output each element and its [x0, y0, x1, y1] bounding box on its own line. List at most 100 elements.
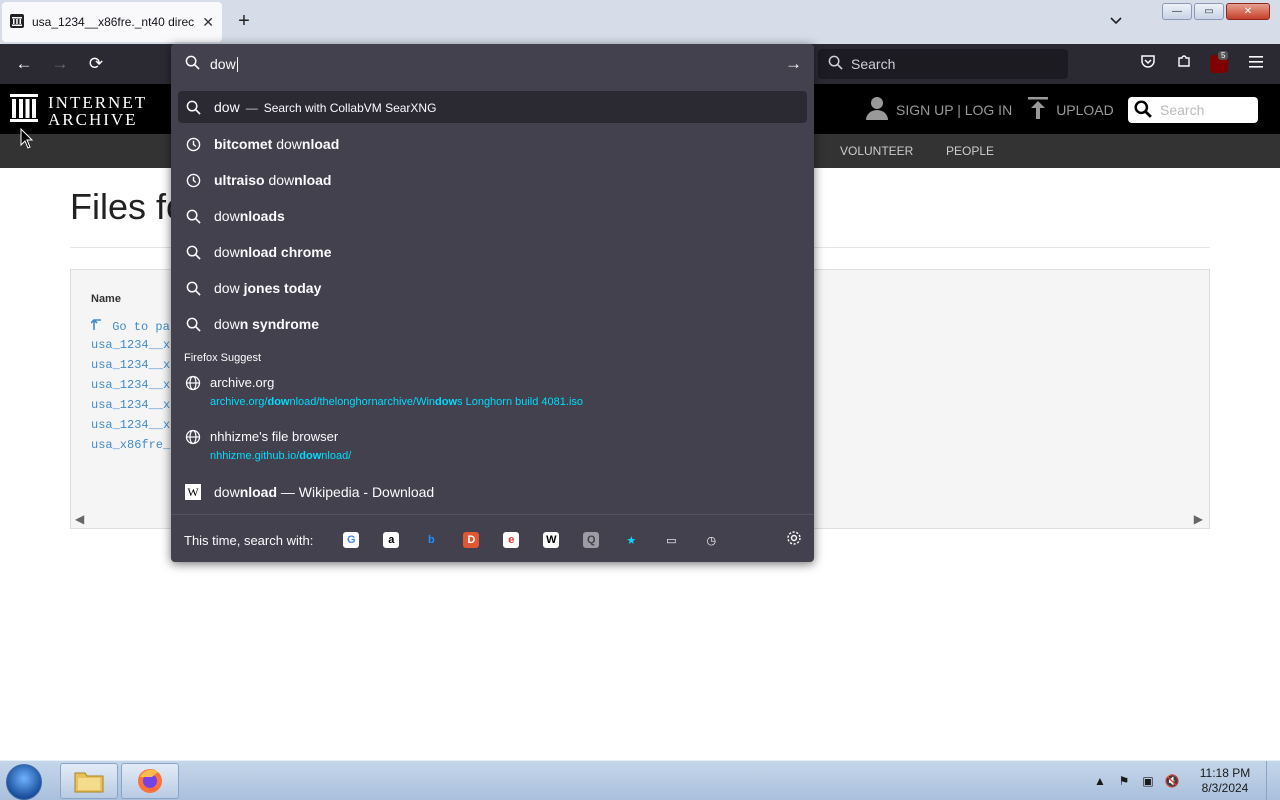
- result-search-suggestion[interactable]: down syndrome: [178, 308, 807, 340]
- oneoff-google-button[interactable]: G: [331, 526, 371, 554]
- wikipedia-icon: W: [185, 484, 201, 500]
- toolbar-search-placeholder: Search: [851, 56, 896, 72]
- firefox-suggest-result[interactable]: archive.org archive.org/download/thelong…: [178, 370, 807, 416]
- ublock-badge: 5: [1218, 51, 1229, 60]
- oneoff-history-button[interactable]: ◷: [691, 526, 731, 554]
- scroll-right-arrow-icon[interactable]: ▶: [1194, 512, 1203, 526]
- file-link[interactable]: usa_x86fre_n: [91, 438, 177, 452]
- oneoff-bing-button[interactable]: b: [411, 526, 451, 554]
- text-caret: [236, 56, 238, 72]
- forward-button[interactable]: →: [48, 53, 72, 75]
- result-search-suggestion[interactable]: downloads: [178, 200, 807, 232]
- oneoff-ebay-button[interactable]: e: [491, 526, 531, 554]
- search-icon: [185, 316, 201, 332]
- user-avatar-icon[interactable]: [866, 96, 888, 123]
- ia-logo-line2: ARCHIVE: [48, 109, 138, 129]
- searxng-icon: Q: [583, 532, 600, 548]
- up-arrow-icon: [90, 319, 112, 334]
- archive-building-icon: [10, 92, 38, 129]
- ia-logo-line1: INTERNET: [48, 92, 148, 112]
- result-history-suggestion[interactable]: ultraiso download: [178, 164, 807, 196]
- toolbar-search-field[interactable]: Search: [818, 49, 1068, 79]
- parent-link-label: Go to pa: [112, 320, 170, 334]
- suggestion-completion: jones today: [239, 280, 322, 296]
- suggestion-typed: dow: [272, 136, 302, 152]
- suggestion-typed: dow: [214, 484, 240, 500]
- parent-directory-link[interactable]: Go to pa: [90, 316, 170, 334]
- oneoff-searxng-button[interactable]: Q: [571, 526, 611, 554]
- oneoff-amazon-button[interactable]: a: [371, 526, 411, 554]
- upload-icon[interactable]: [1028, 97, 1049, 122]
- action-center-flag-icon[interactable]: ⚑: [1112, 774, 1136, 788]
- taskbar-explorer-folder-icon[interactable]: [60, 763, 118, 799]
- search-icon: [185, 55, 200, 73]
- suggest-url: archive.org/download/thelonghornarchive/…: [210, 396, 584, 408]
- window-controls: — ▭ ✕: [1162, 3, 1270, 20]
- result-search-suggestion[interactable]: dow jones today: [178, 272, 807, 304]
- file-link[interactable]: usa_1234__x8: [91, 398, 177, 412]
- amazon-icon: a: [383, 532, 400, 548]
- extensions-puzzle-icon[interactable]: [1173, 53, 1195, 75]
- file-link[interactable]: usa_1234__x8: [91, 378, 177, 392]
- urlbar-typed-text: dow: [210, 56, 236, 72]
- new-tab-button[interactable]: +: [234, 10, 254, 33]
- result-history-suggestion[interactable]: bitcomet download: [178, 128, 807, 160]
- tab-active[interactable]: usa_1234__x86fre._nt40 directory listing…: [2, 2, 222, 42]
- oneoff-bookmarks-button[interactable]: ★: [611, 526, 651, 554]
- oneoff-duckduckgo-button[interactable]: D: [451, 526, 491, 554]
- clock-time: 11:18 PM: [1199, 766, 1251, 780]
- result-action: Search with CollabVM SearXNG: [263, 101, 437, 115]
- search-icon: [185, 280, 201, 296]
- wikipedia-icon: W: [543, 532, 560, 548]
- file-link[interactable]: usa_1234__x8: [91, 338, 177, 352]
- list-all-tabs-chevron-icon[interactable]: [1110, 12, 1122, 28]
- network-icon[interactable]: ▣: [1136, 774, 1160, 788]
- bing-icon: b: [423, 532, 440, 548]
- ia-logo[interactable]: INTERNET ARCHIVE: [10, 92, 147, 129]
- subnav-people[interactable]: PEOPLE: [946, 144, 994, 158]
- tab-bar: usa_1234__x86fre._nt40 directory listing…: [0, 0, 1280, 44]
- urlbar-input[interactable]: dow →: [171, 44, 814, 84]
- ia-search-input[interactable]: Search: [1128, 97, 1258, 123]
- reload-button[interactable]: ⟳: [84, 53, 108, 75]
- taskbar-firefox-icon[interactable]: [121, 763, 179, 799]
- oneoff-wikipedia-button[interactable]: W: [531, 526, 571, 554]
- oneoff-tabs-button[interactable]: ▭: [651, 526, 691, 554]
- go-arrow-icon[interactable]: →: [785, 54, 802, 74]
- tab-close-icon[interactable]: ✕: [202, 14, 214, 31]
- app-menu-hamburger-icon[interactable]: [1245, 53, 1267, 75]
- result-search-with-engine[interactable]: dow — Search with CollabVM SearXNG: [178, 91, 807, 123]
- upload-link[interactable]: UPLOAD: [1056, 102, 1114, 118]
- suggestion-typed: dow: [214, 280, 240, 296]
- tray-show-hidden-icon[interactable]: ▲: [1088, 774, 1112, 788]
- maximize-button[interactable]: ▭: [1194, 3, 1224, 20]
- column-header-name[interactable]: Name: [91, 293, 121, 305]
- close-window-button[interactable]: ✕: [1226, 3, 1270, 20]
- suggestion-typed: dow: [214, 244, 240, 260]
- signup-login-link[interactable]: SIGN UP | LOG IN: [896, 102, 1012, 118]
- start-button-windows-icon[interactable]: [6, 764, 42, 800]
- firefox-suggest-result[interactable]: nhhizme's file browser nhhizme.github.io…: [178, 424, 807, 470]
- clock[interactable]: 11:18 PM 8/3/2024: [1190, 766, 1260, 796]
- suggestion-prefix: bitcomet: [214, 136, 273, 152]
- minimize-button[interactable]: —: [1162, 3, 1192, 20]
- archive-favicon-icon: [10, 13, 24, 31]
- file-link[interactable]: usa_1234__x8: [91, 358, 177, 372]
- urlbar-dropdown: dow → dow — Search with CollabVM SearXNG b…: [171, 44, 814, 562]
- volume-muted-icon[interactable]: 🔇: [1160, 774, 1184, 788]
- result-query: dow: [214, 99, 240, 115]
- one-off-search-bar: This time, search with: Ga b De W Q ★ ▭ ◷: [184, 526, 804, 554]
- pocket-icon[interactable]: [1137, 53, 1159, 75]
- show-desktop-button[interactable]: [1266, 761, 1280, 800]
- result-search-suggestion[interactable]: download chrome: [178, 236, 807, 268]
- suggest-title: archive.org: [210, 375, 275, 390]
- file-link[interactable]: usa_1234__x8: [91, 418, 177, 432]
- subnav-volunteer[interactable]: VOLUNTEER: [840, 144, 913, 158]
- search-settings-gear-icon[interactable]: [784, 530, 804, 550]
- search-icon: [1134, 99, 1152, 121]
- scroll-left-arrow-icon[interactable]: ◀: [75, 512, 84, 526]
- wikipedia-result[interactable]: W download — Wikipedia - Download: [178, 476, 807, 508]
- suggestion-completion: nload: [301, 136, 340, 152]
- back-button[interactable]: ←: [12, 53, 36, 75]
- divider: [171, 514, 814, 515]
